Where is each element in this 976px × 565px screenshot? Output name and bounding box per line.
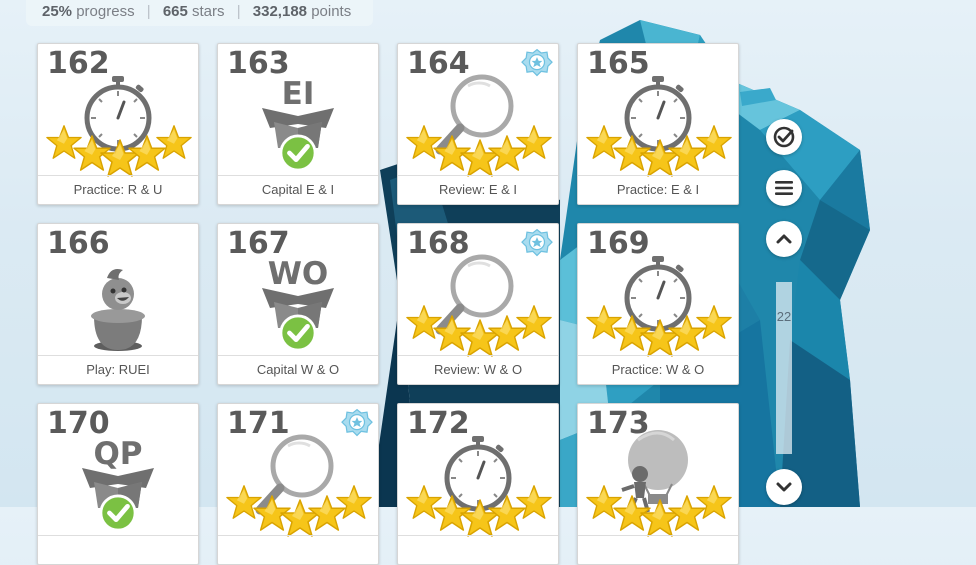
lesson-label: Review: E & I — [398, 175, 558, 204]
lesson-label — [578, 535, 738, 564]
star-icon — [156, 125, 192, 159]
lesson-card[interactable]: 162 Practice: R & U — [37, 43, 199, 205]
star-icon — [516, 485, 552, 519]
lesson-card[interactable]: EI 163 Capital E & I — [217, 43, 379, 205]
stars-label: stars — [192, 3, 225, 20]
lesson-label: Practice: W & O — [578, 355, 738, 384]
star-icon — [696, 125, 732, 159]
stars-value: 665 — [162, 3, 188, 20]
chevron-down-icon — [776, 482, 792, 492]
lesson-number: 166 — [47, 226, 110, 261]
lesson-card[interactable]: 172 — [397, 403, 559, 565]
lesson-number: 165 — [587, 46, 650, 81]
mastery-badge-icon — [521, 49, 553, 77]
lesson-label: Capital W & O — [218, 355, 378, 384]
points-value: 332,188 — [252, 3, 308, 20]
menu-icon — [775, 181, 793, 195]
scroll-down-button[interactable] — [766, 469, 802, 505]
chevron-up-icon — [776, 234, 792, 244]
star-icon — [516, 125, 552, 159]
lesson-number: 163 — [227, 46, 290, 81]
lesson-card[interactable]: 169 Practice: W & O — [577, 223, 739, 385]
lesson-number: 164 — [407, 46, 470, 81]
mastery-badge-icon — [341, 409, 373, 437]
lesson-number: 167 — [227, 226, 290, 261]
lesson-card[interactable]: QP 170 — [37, 403, 199, 565]
lesson-number: 172 — [407, 406, 470, 441]
lesson-label — [398, 535, 558, 564]
page-number: 22 — [776, 309, 792, 324]
lesson-number: 169 — [587, 226, 650, 261]
star-icon — [516, 305, 552, 339]
star-icon — [336, 485, 372, 519]
progress-label: progress — [76, 3, 135, 20]
progress-stats-bar: 25% progress | 665 stars | 332,188 point… — [26, 0, 373, 26]
scroll-up-button[interactable] — [766, 221, 802, 257]
stats-separator: | — [146, 3, 151, 20]
star-icon — [696, 305, 732, 339]
lesson-label: Practice: R & U — [38, 175, 198, 204]
check-complete-icon — [279, 134, 317, 172]
completed-filter-button[interactable] — [766, 119, 802, 155]
lesson-card[interactable]: 171 — [217, 403, 379, 565]
check-complete-icon — [99, 494, 137, 532]
lesson-label: Play: RUEI — [38, 355, 198, 384]
lesson-label: Practice: E & I — [578, 175, 738, 204]
lesson-number: 168 — [407, 226, 470, 261]
check-circle-icon — [773, 126, 795, 148]
lesson-card[interactable]: 173 — [577, 403, 739, 565]
lesson-number: 162 — [47, 46, 110, 81]
lesson-card[interactable]: 166 Play: RUEI — [37, 223, 199, 385]
lesson-card[interactable]: 164 Review: E & I — [397, 43, 559, 205]
points-label: points — [311, 3, 352, 20]
progress-value: 25% — [42, 3, 73, 20]
menu-button[interactable] — [766, 170, 802, 206]
lesson-number: 170 — [47, 406, 110, 441]
lesson-card[interactable]: WO 167 Capital W & O — [217, 223, 379, 385]
check-complete-icon — [279, 314, 317, 352]
lesson-label — [218, 535, 378, 564]
lesson-card[interactable]: 168 Review: W & O — [397, 223, 559, 385]
mastery-badge-icon — [521, 229, 553, 257]
star-icon — [696, 485, 732, 519]
lesson-card[interactable]: 165 Practice: E & I — [577, 43, 739, 205]
lesson-label: Review: W & O — [398, 355, 558, 384]
lesson-label: Capital E & I — [218, 175, 378, 204]
lesson-label — [38, 535, 198, 564]
lesson-number: 173 — [587, 406, 650, 441]
lesson-number: 171 — [227, 406, 290, 441]
stats-separator: | — [236, 3, 241, 20]
character-in-pot-icon — [91, 269, 145, 351]
